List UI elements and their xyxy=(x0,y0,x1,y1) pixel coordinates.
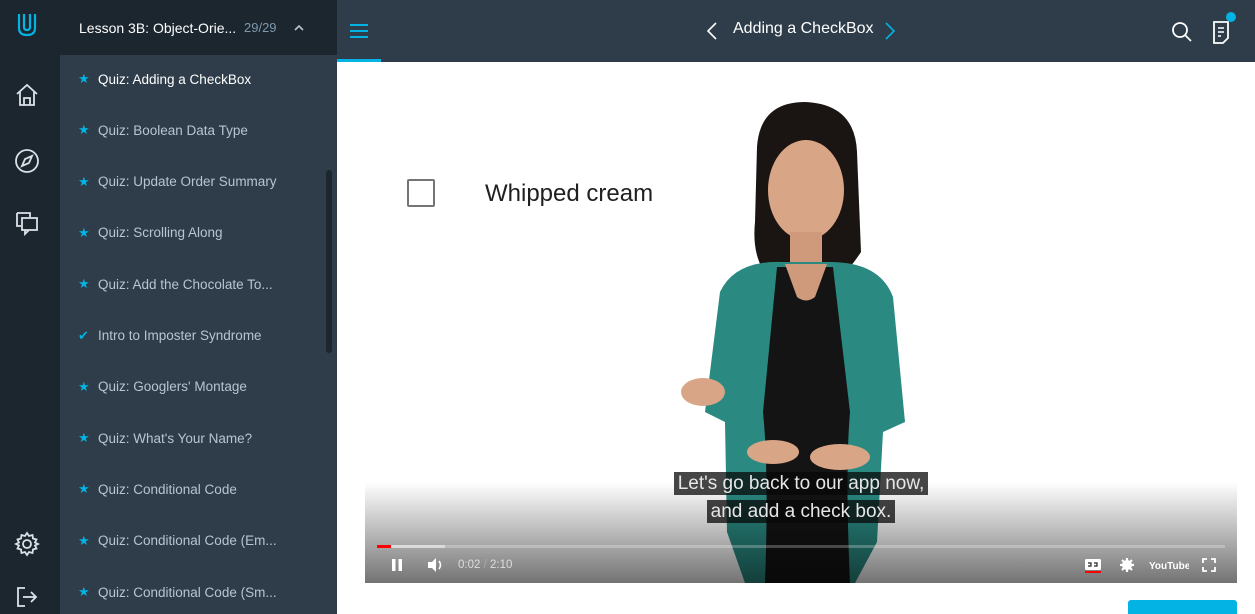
youtube-logo-icon[interactable]: YouTube xyxy=(1147,554,1191,576)
icon-rail xyxy=(0,0,60,614)
lesson-item-label: Quiz: What's Your Name? xyxy=(98,430,253,446)
chat-icon[interactable] xyxy=(12,208,42,238)
settings-gear-icon[interactable] xyxy=(12,529,42,559)
notification-dot xyxy=(1226,12,1236,22)
lesson-item-label: Quiz: Boolean Data Type xyxy=(98,122,248,138)
lesson-list-item[interactable]: ★ Quiz: Conditional Code xyxy=(60,469,322,509)
chevron-right-icon[interactable] xyxy=(880,19,900,43)
progress-played xyxy=(377,545,391,548)
concept-count: 29/29 xyxy=(244,20,277,35)
lesson-list-item[interactable]: ★ Quiz: Add the Chocolate To... xyxy=(60,264,322,304)
lesson-list-item[interactable]: ★ Quiz: Adding a CheckBox xyxy=(60,59,322,99)
time-total: 2:10 xyxy=(490,559,513,571)
caption-line-1: Let's go back to our app now, xyxy=(365,472,1237,495)
star-icon: ★ xyxy=(78,224,90,240)
video-time: 0:02 / 2:10 xyxy=(458,559,512,571)
star-icon: ★ xyxy=(78,122,90,138)
lesson-list-item[interactable]: ★ Quiz: What's Your Name? xyxy=(60,418,322,458)
hamburger-menu-icon[interactable] xyxy=(337,0,381,62)
lesson-sidebar: Lesson 3B: Object-Orie... 29/29 ★ Quiz: A… xyxy=(60,0,337,614)
lesson-title: Lesson 3B: Object-Orie... xyxy=(79,19,237,36)
udacity-logo-icon[interactable] xyxy=(12,10,42,40)
lesson-item-label: Quiz: Scrolling Along xyxy=(98,225,223,241)
video-checkbox-label: Whipped cream xyxy=(485,180,654,207)
lesson-item-label: Quiz: Adding a CheckBox xyxy=(98,71,252,87)
lesson-item-label: Quiz: Update Order Summary xyxy=(98,174,277,190)
caption-line-2: and add a check box. xyxy=(365,500,1237,523)
volume-icon[interactable] xyxy=(425,554,447,576)
star-icon: ★ xyxy=(78,481,90,497)
search-icon[interactable] xyxy=(1170,20,1194,44)
lesson-item-label: Quiz: Conditional Code xyxy=(98,481,237,497)
lesson-item-label: Quiz: Googlers' Montage xyxy=(98,379,247,395)
lesson-list-item[interactable]: ★ Quiz: Scrolling Along xyxy=(60,213,322,253)
pause-icon[interactable] xyxy=(389,554,405,576)
video-checkbox-graphic xyxy=(407,179,435,207)
lesson-item-label: Quiz: Add the Chocolate To... xyxy=(98,276,273,292)
lesson-item-label: Quiz: Conditional Code (Sm... xyxy=(98,584,277,600)
star-icon: ★ xyxy=(78,378,90,394)
chevron-left-icon[interactable] xyxy=(702,19,722,43)
time-separator: / xyxy=(483,559,487,571)
logout-icon[interactable] xyxy=(12,582,42,612)
video-player[interactable]: Whipped cream Let's go back to our app n… xyxy=(365,92,1237,583)
top-bar: Adding a CheckBox xyxy=(337,0,1255,62)
star-icon: ★ xyxy=(78,584,90,599)
lesson-list-item[interactable]: ★ Quiz: Googlers' Montage xyxy=(60,367,322,407)
home-icon[interactable] xyxy=(12,80,42,110)
star-icon: ★ xyxy=(78,276,90,292)
concept-title: Adding a CheckBox xyxy=(733,20,874,37)
time-current: 0:02 xyxy=(458,559,481,571)
menu-active-indicator xyxy=(337,59,381,62)
lesson-list-item[interactable]: ★ Quiz: Conditional Code (Em... xyxy=(60,521,322,561)
next-concept-button[interactable] xyxy=(1128,600,1237,614)
lesson-list-item[interactable]: ★ Quiz: Boolean Data Type xyxy=(60,110,322,150)
lesson-list-item[interactable]: ✔ Intro to Imposter Syndrome xyxy=(60,316,322,356)
captions-icon[interactable] xyxy=(1083,554,1103,576)
lesson-item-label: Quiz: Conditional Code (Em... xyxy=(98,533,277,549)
lesson-item-label: Intro to Imposter Syndrome xyxy=(98,328,262,343)
star-icon: ★ xyxy=(78,532,90,548)
checkmark-icon: ✔ xyxy=(78,327,89,343)
youtube-logo-text: YouTube xyxy=(1149,561,1189,572)
star-icon: ★ xyxy=(78,173,90,189)
chevron-up-icon[interactable] xyxy=(289,18,309,38)
fullscreen-icon[interactable] xyxy=(1199,554,1219,576)
star-icon: ★ xyxy=(78,430,90,446)
lesson-list-item[interactable]: ★ Quiz: Conditional Code (Sm... xyxy=(60,572,322,612)
compass-icon[interactable] xyxy=(12,146,42,176)
lesson-list-item[interactable]: ★ Quiz: Update Order Summary xyxy=(60,162,322,202)
star-icon: ★ xyxy=(78,71,90,86)
settings-icon[interactable] xyxy=(1117,554,1137,576)
lesson-header[interactable]: Lesson 3B: Object-Orie... 29/29 xyxy=(60,0,337,55)
progress-bar[interactable] xyxy=(377,545,1225,548)
sidebar-scrollbar[interactable] xyxy=(326,170,332,353)
